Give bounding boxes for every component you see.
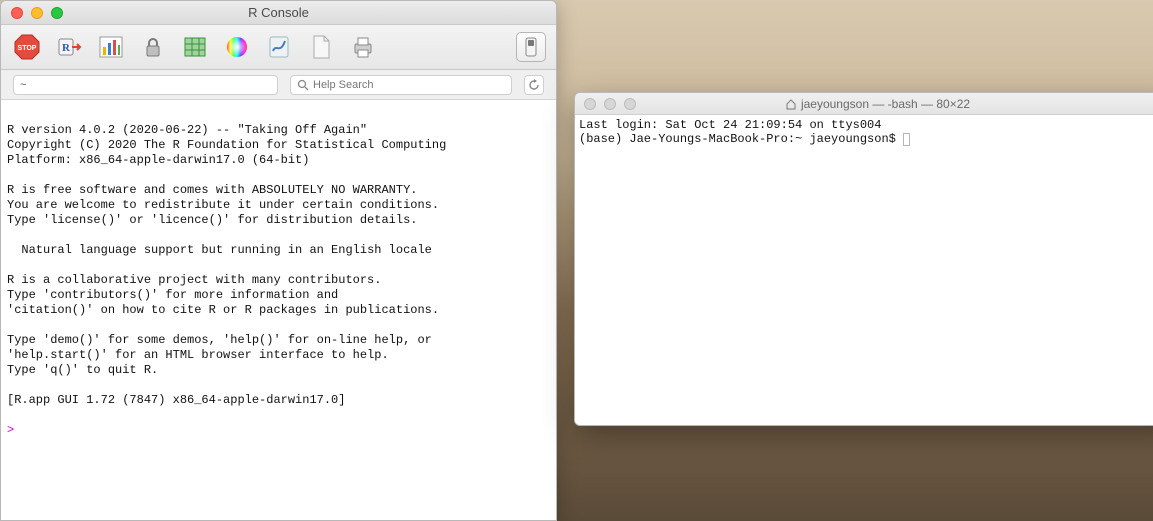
source-button[interactable]: R [53,31,85,63]
terminal-cursor [903,133,910,146]
r-titlebar[interactable]: R Console [1,1,556,25]
help-search-box[interactable] [290,75,512,95]
r-search-row: ~ [1,70,556,100]
terminal-window: jaeyoungson — -bash — 80×22 Last login: … [574,92,1153,426]
table-icon [181,33,209,61]
colors-button[interactable] [221,31,253,63]
working-dir-text: ~ [20,79,26,91]
working-dir-box[interactable]: ~ [13,75,278,95]
chart-icon [97,33,125,61]
search-icon [297,79,309,91]
r-prompt: > [7,423,21,437]
close-button[interactable] [11,7,23,19]
stop-icon: STOP [13,33,41,61]
svg-text:STOP: STOP [18,45,37,52]
r-console-window: R Console STOP R [0,0,557,521]
stop-button[interactable]: STOP [11,31,43,63]
preferences-button[interactable] [516,32,546,62]
help-search-input[interactable] [313,79,505,91]
r-toolbar: STOP R [1,25,556,70]
zoom-button[interactable] [51,7,63,19]
r-text: R version 4.0.2 (2020-06-22) -- "Taking … [7,123,446,407]
quartz-button[interactable] [263,31,295,63]
r-arrow-icon: R [55,33,83,61]
home-icon [785,98,797,110]
refresh-icon [528,79,540,91]
terminal-text: Last login: Sat Oct 24 21:09:54 on ttys0… [579,118,1153,146]
refresh-button[interactable] [524,75,544,95]
minimize-button[interactable] [31,7,43,19]
terminal-titlebar[interactable]: jaeyoungson — -bash — 80×22 [575,93,1153,115]
terminal-title-text: jaeyoungson — -bash — 80×22 [801,97,970,111]
newscript-button[interactable] [305,31,337,63]
minimize-button[interactable] [604,98,616,110]
window-controls [575,98,636,110]
terminal-title: jaeyoungson — -bash — 80×22 [575,97,1153,111]
window-title: R Console [1,5,556,20]
zoom-button[interactable] [624,98,636,110]
terminal-output[interactable]: Last login: Sat Oct 24 21:09:54 on ttys0… [575,115,1153,425]
r-console-output[interactable]: R version 4.0.2 (2020-06-22) -- "Taking … [1,100,556,520]
window-controls [1,7,63,19]
history-button[interactable] [95,31,127,63]
svg-text:R: R [62,42,71,54]
lock-icon [140,34,166,60]
close-button[interactable] [584,98,596,110]
print-icon [349,33,377,61]
new-icon [308,33,334,61]
quartz-icon [265,33,293,61]
pref-icon [523,37,539,57]
print-button[interactable] [347,31,379,63]
dataeditor-button[interactable] [179,31,211,63]
lock-button[interactable] [137,31,169,63]
color-icon [224,34,250,60]
